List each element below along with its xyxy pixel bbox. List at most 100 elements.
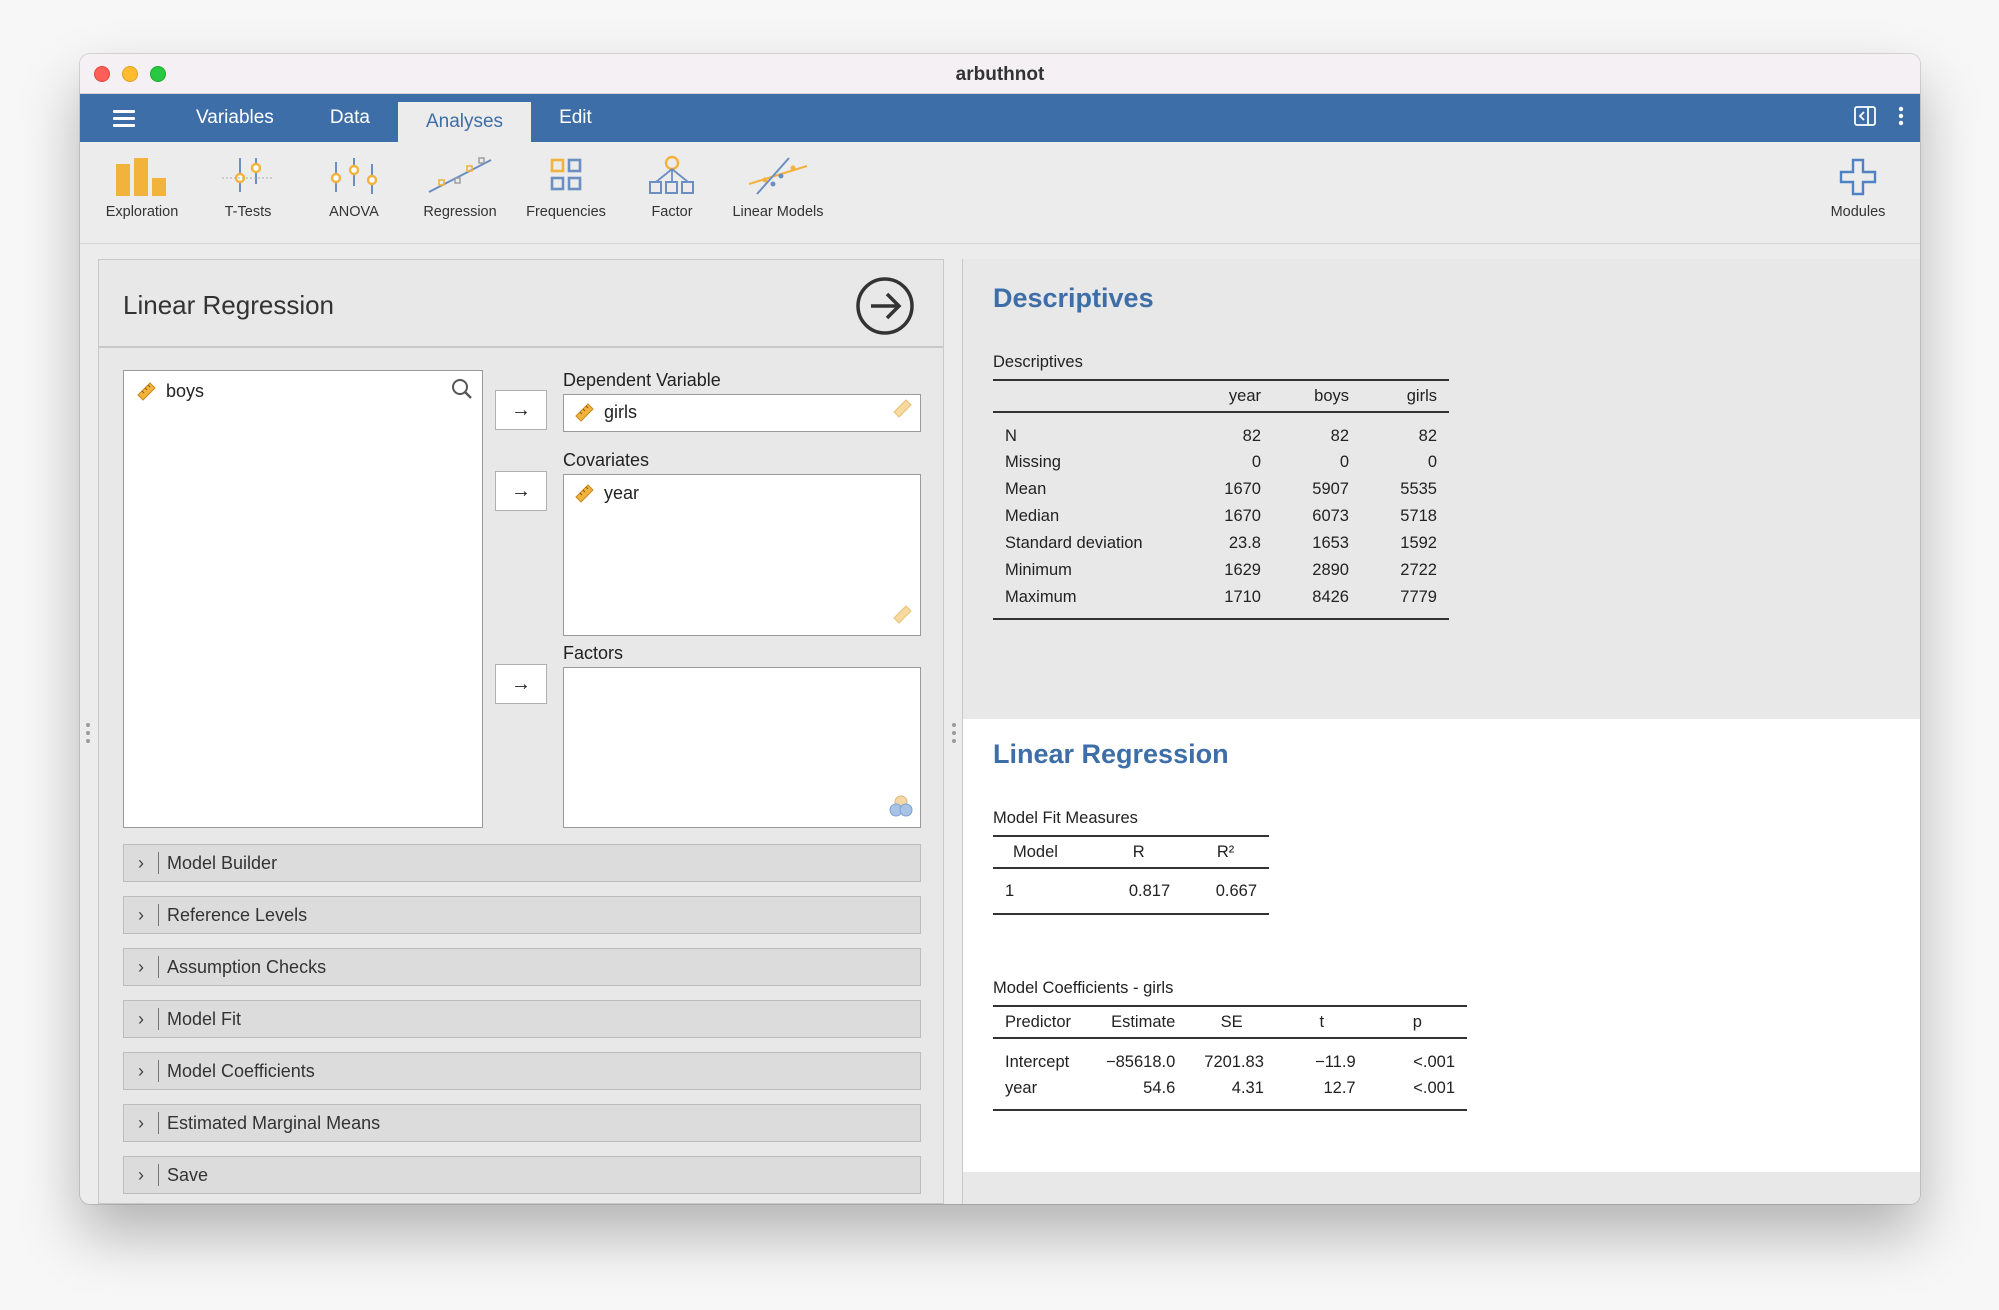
tab-edit[interactable]: Edit — [531, 94, 620, 142]
descriptives-table-caption: Descriptives — [993, 353, 1083, 371]
panel-splitter-handle[interactable] — [952, 723, 956, 747]
section-estimated-marginal-means[interactable]: › Estimated Marginal Means — [123, 1104, 921, 1142]
move-to-dependent-button[interactable]: → — [495, 390, 547, 430]
section-model-coefficients[interactable]: › Model Coefficients — [123, 1052, 921, 1090]
regression-button[interactable]: Regression — [410, 154, 510, 220]
section-label: Model Fit — [167, 1008, 242, 1029]
tab-variables[interactable]: Variables — [168, 94, 302, 142]
left-splitter-handle[interactable] — [86, 723, 90, 747]
section-assumption-checks[interactable]: › Assumption Checks — [123, 948, 921, 986]
arrow-right-circle-icon — [856, 277, 914, 335]
variable-item-boys[interactable]: boys — [134, 379, 204, 403]
column-header: SE — [1187, 1005, 1276, 1039]
results-panel: Descriptives Descriptives year boys girl… — [962, 259, 1920, 1204]
descriptives-table: year boys girls N 82 82 82 Missing 0 0 0 Mean 1… — [993, 379, 1449, 620]
anova-icon — [330, 158, 378, 194]
anova-button[interactable]: ANOVA — [304, 154, 404, 220]
more-options-icon[interactable] — [1898, 106, 1904, 131]
factor-icon — [649, 155, 694, 194]
table-row: 1 0.817 0.667 — [993, 868, 1269, 915]
table-row: Mean 1670 5907 5535 — [1005, 480, 1437, 498]
table-row: Maximum 1710 8426 7779 — [993, 584, 1449, 620]
analysis-title: Linear Regression — [123, 290, 335, 320]
close-options-button[interactable] — [855, 276, 915, 341]
continuous-variable-icon — [137, 382, 156, 401]
table-row: year 54.6 4.31 12.7 <.001 — [993, 1075, 1467, 1111]
variable-name: boys — [166, 380, 205, 401]
section-label: Model Coefficients — [167, 1060, 315, 1081]
chevron-right-icon: › — [138, 1164, 144, 1185]
arrow-right-icon: → — [511, 398, 531, 421]
chevron-right-icon: › — [138, 1008, 144, 1029]
tab-data[interactable]: Data — [302, 94, 398, 142]
section-model-builder[interactable]: › Model Builder — [123, 844, 921, 882]
linear-models-icon — [748, 157, 808, 195]
exploration-button[interactable]: Exploration — [92, 154, 192, 220]
covariates-label: Covariates — [563, 450, 650, 470]
section-label: Assumption Checks — [167, 956, 327, 977]
t-tests-icon — [222, 158, 274, 192]
descriptives-heading: Descriptives — [993, 283, 1154, 313]
ruler-icon — [890, 602, 914, 631]
dependent-variable-box[interactable]: girls — [563, 394, 921, 432]
anova-label: ANOVA — [329, 204, 379, 220]
frequencies-icon — [550, 158, 582, 191]
chevron-right-icon: › — [138, 904, 144, 925]
section-model-fit[interactable]: › Model Fit — [123, 1000, 921, 1038]
exploration-icon — [116, 158, 166, 196]
section-label: Estimated Marginal Means — [167, 1112, 381, 1133]
move-to-factors-button[interactable]: → — [495, 664, 547, 704]
model-fit-table: Model R R² 1 0.817 0.667 — [993, 835, 1269, 915]
title-divider — [99, 346, 943, 348]
column-header: p — [1367, 1005, 1467, 1039]
dependent-variable-item[interactable]: girls — [572, 400, 637, 424]
hamburger-menu-button[interactable] — [80, 94, 168, 142]
results-footer-strip — [963, 1172, 1920, 1204]
covariate-item-year[interactable]: year — [572, 481, 639, 505]
title-bar: arbuthnot — [80, 54, 1920, 94]
column-header — [993, 379, 1185, 413]
t-tests-label: T-Tests — [224, 204, 272, 220]
app-window: arbuthnot Variables Data Analyses Edit E… — [80, 54, 1920, 1204]
main-menubar: Variables Data Analyses Edit — [80, 94, 1920, 142]
section-label: Reference Levels — [167, 904, 308, 925]
ruler-icon — [890, 396, 914, 425]
modules-button[interactable]: Modules — [1808, 154, 1908, 220]
column-header: Estimate — [1088, 1005, 1188, 1039]
factors-label: Factors — [563, 643, 624, 663]
covariates-box[interactable]: year — [563, 474, 921, 636]
tab-analyses[interactable]: Analyses — [397, 102, 532, 142]
move-to-covariates-button[interactable]: → — [495, 471, 547, 511]
coefficients-table-caption: Model Coefficients - girls — [993, 979, 1174, 997]
arrow-right-icon: → — [511, 479, 531, 502]
modules-label: Modules — [1830, 204, 1886, 220]
t-tests-button[interactable]: T-Tests — [198, 154, 298, 220]
variable-name: girls — [604, 401, 638, 422]
dependent-variable-label: Dependent Variable — [563, 370, 721, 390]
available-variables-list[interactable]: boys — [123, 370, 483, 828]
search-icon[interactable] — [450, 377, 474, 406]
frequencies-button[interactable]: Frequencies — [516, 154, 616, 220]
toggle-results-icon[interactable] — [1854, 106, 1876, 131]
analysis-options-panel: Linear Regression boys → Dependent Varia… — [98, 259, 944, 1204]
column-header: year — [1185, 379, 1273, 413]
factors-box[interactable] — [563, 667, 921, 828]
plus-icon — [1839, 158, 1877, 196]
analyses-toolbar: Exploration T-Tests ANOVA Regression Fre… — [80, 142, 1920, 244]
variable-name: year — [604, 482, 640, 503]
chevron-right-icon: › — [138, 852, 144, 873]
table-row: N 82 82 82 — [1005, 426, 1437, 445]
chevron-right-icon: › — [138, 956, 144, 977]
table-row: Median 1670 6073 5718 — [1005, 507, 1437, 525]
section-reference-levels[interactable]: › Reference Levels — [123, 896, 921, 934]
section-save[interactable]: › Save — [123, 1156, 921, 1194]
model-fit-table-caption: Model Fit Measures — [993, 809, 1138, 827]
section-label: Save — [167, 1164, 209, 1185]
section-label: Model Builder — [167, 852, 278, 873]
linear-models-button[interactable]: Linear Models — [728, 154, 828, 220]
descriptives-results: Descriptives Descriptives year boys girl… — [963, 259, 1920, 719]
continuous-variable-icon — [575, 403, 594, 422]
factor-button[interactable]: Factor — [622, 154, 722, 220]
column-header: Predictor — [993, 1005, 1089, 1039]
table-row: Intercept −85618.0 7201.83 −11.9 <.001 — [1005, 1052, 1455, 1071]
